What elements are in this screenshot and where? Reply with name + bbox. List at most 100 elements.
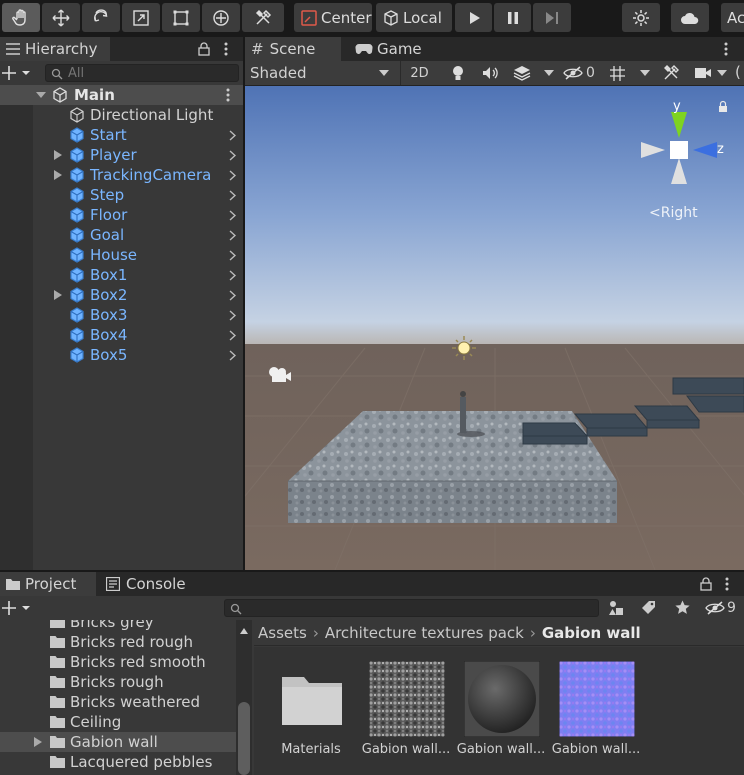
breadcrumb-assets[interactable]: Assets bbox=[258, 624, 307, 642]
asset-item-material[interactable]: Gabion wall... bbox=[456, 647, 546, 767]
toggle-2d-button[interactable]: 2D bbox=[400, 61, 438, 85]
tab-game[interactable]: Game bbox=[349, 37, 435, 61]
chevron-right-icon[interactable] bbox=[229, 210, 236, 221]
pivot-rotation-button[interactable]: Local bbox=[376, 3, 452, 32]
scene-viewport[interactable]: y z <Right bbox=[245, 86, 744, 570]
chevron-right-icon[interactable] bbox=[229, 330, 236, 341]
asset-item-texture[interactable]: Gabion wall... bbox=[361, 647, 451, 767]
breadcrumb-gabion[interactable]: Gabion wall bbox=[542, 624, 641, 642]
tab-hierarchy[interactable]: Hierarchy bbox=[0, 37, 110, 61]
folder-item[interactable]: Bricks red rough bbox=[0, 632, 236, 652]
cloud-button[interactable] bbox=[671, 3, 709, 32]
move-tool-button[interactable] bbox=[42, 3, 80, 32]
hierarchy-item[interactable]: Step bbox=[0, 185, 243, 205]
hierarchy-item[interactable]: Box1 bbox=[0, 265, 243, 285]
project-add-icon[interactable] bbox=[2, 601, 30, 615]
expand-right-icon[interactable] bbox=[54, 290, 62, 300]
hierarchy-item[interactable]: Box2 bbox=[0, 285, 243, 305]
label-tag-icon[interactable] bbox=[641, 600, 656, 615]
step-button[interactable] bbox=[533, 3, 571, 32]
scene-row-main[interactable]: Main bbox=[0, 85, 243, 105]
audio-icon[interactable] bbox=[482, 66, 498, 80]
scene-kebab-menu-icon[interactable] bbox=[724, 42, 728, 56]
lock-icon[interactable] bbox=[198, 42, 210, 56]
folder-item[interactable]: Bricks grey bbox=[0, 620, 236, 632]
folder-item[interactable]: Bricks red smooth bbox=[0, 652, 236, 672]
view-direction-label[interactable]: <Right bbox=[649, 205, 698, 221]
grid-snap-icon[interactable] bbox=[609, 65, 627, 82]
chevron-right-icon[interactable] bbox=[229, 290, 236, 301]
project-lock-icon[interactable] bbox=[700, 577, 712, 591]
pause-button[interactable] bbox=[494, 3, 531, 32]
hierarchy-item[interactable]: Box3 bbox=[0, 305, 243, 325]
folder-item[interactable]: Bricks rough bbox=[0, 672, 236, 692]
hierarchy-item[interactable]: Player bbox=[0, 145, 243, 165]
chevron-right-icon[interactable] bbox=[229, 230, 236, 241]
account-button[interactable]: Ac bbox=[721, 3, 744, 32]
project-kebab-icon[interactable] bbox=[725, 577, 729, 591]
chevron-right-icon[interactable] bbox=[229, 170, 236, 181]
chevron-right-icon[interactable] bbox=[229, 130, 236, 141]
prefab-cube-icon bbox=[70, 227, 84, 243]
effects-dropdown-icon[interactable] bbox=[544, 70, 554, 77]
grid-dropdown-icon[interactable] bbox=[640, 70, 650, 77]
asset-item-materials[interactable]: Materials bbox=[266, 647, 356, 767]
custom-tool-button[interactable] bbox=[242, 3, 284, 32]
scene-visibility-button[interactable]: 0 bbox=[563, 61, 603, 85]
expand-right-icon[interactable] bbox=[54, 170, 62, 180]
hierarchy-search-input[interactable] bbox=[68, 65, 233, 81]
scene-kebab-icon[interactable] bbox=[226, 88, 230, 102]
hierarchy-item[interactable]: House bbox=[0, 245, 243, 265]
light-bulb-icon[interactable] bbox=[451, 65, 465, 81]
folder-item[interactable]: Bricks weathered bbox=[0, 692, 236, 712]
hierarchy-item[interactable]: TrackingCamera bbox=[0, 165, 243, 185]
chevron-right-icon[interactable] bbox=[229, 270, 236, 281]
expand-right-icon[interactable] bbox=[54, 150, 62, 160]
hand-tool-button[interactable] bbox=[2, 3, 40, 32]
folder-item[interactable]: Gabion wall bbox=[0, 732, 236, 752]
camera-icon[interactable] bbox=[694, 67, 712, 79]
gizmo-tools-icon[interactable] bbox=[663, 65, 679, 81]
transform-tool-button[interactable] bbox=[202, 3, 240, 32]
hierarchy-item[interactable]: Goal bbox=[0, 225, 243, 245]
rotate-tool-button[interactable] bbox=[82, 3, 120, 32]
tab-console[interactable]: Console bbox=[100, 572, 195, 596]
chevron-right-icon[interactable] bbox=[229, 250, 236, 261]
scroll-up-icon[interactable] bbox=[240, 628, 248, 634]
tab-project[interactable]: Project bbox=[0, 572, 96, 596]
chevron-right-icon[interactable] bbox=[229, 350, 236, 361]
expand-right-icon[interactable] bbox=[34, 737, 42, 747]
scale-tool-button[interactable] bbox=[122, 3, 160, 32]
folder-scrollbar[interactable] bbox=[236, 620, 252, 775]
add-icon[interactable] bbox=[2, 66, 30, 80]
pivot-center-button[interactable]: Center bbox=[294, 3, 372, 32]
kebab-menu-icon[interactable] bbox=[224, 42, 228, 56]
breadcrumb-architecture[interactable]: Architecture textures pack bbox=[325, 624, 524, 642]
tab-scene[interactable]: # Scene bbox=[245, 37, 341, 61]
chevron-right-icon[interactable] bbox=[229, 310, 236, 321]
folder-item[interactable]: Ceiling bbox=[0, 712, 236, 732]
hierarchy-item[interactable]: Floor bbox=[0, 205, 243, 225]
folder-item[interactable]: Lacquered pebbles bbox=[0, 752, 236, 772]
prefab-cube-icon bbox=[70, 347, 84, 363]
hierarchy-item[interactable]: Box4 bbox=[0, 325, 243, 345]
favorite-star-icon[interactable] bbox=[675, 600, 690, 615]
expand-arrow-icon[interactable] bbox=[36, 90, 46, 100]
play-button[interactable] bbox=[455, 3, 492, 32]
camera-dropdown-icon[interactable] bbox=[717, 70, 727, 77]
rect-tool-button[interactable] bbox=[162, 3, 200, 32]
hierarchy-item[interactable]: Start bbox=[0, 125, 243, 145]
chevron-right-icon[interactable] bbox=[229, 150, 236, 161]
effects-icon[interactable] bbox=[513, 65, 531, 81]
shading-mode-dropdown[interactable]: Shaded bbox=[245, 61, 395, 85]
filter-type-icon[interactable] bbox=[608, 600, 624, 616]
project-search-box[interactable] bbox=[224, 599, 599, 617]
hierarchy-item[interactable]: Directional Light bbox=[0, 105, 243, 125]
asset-item-normal-map[interactable]: Gabion wall... bbox=[551, 647, 641, 767]
settings-button[interactable] bbox=[622, 3, 660, 32]
hierarchy-item[interactable]: Box5 bbox=[0, 345, 243, 365]
project-visibility-button[interactable]: 9 bbox=[705, 596, 744, 620]
chevron-right-icon[interactable] bbox=[229, 190, 236, 201]
hierarchy-search-box[interactable] bbox=[45, 64, 239, 82]
scroll-thumb[interactable] bbox=[238, 702, 250, 775]
